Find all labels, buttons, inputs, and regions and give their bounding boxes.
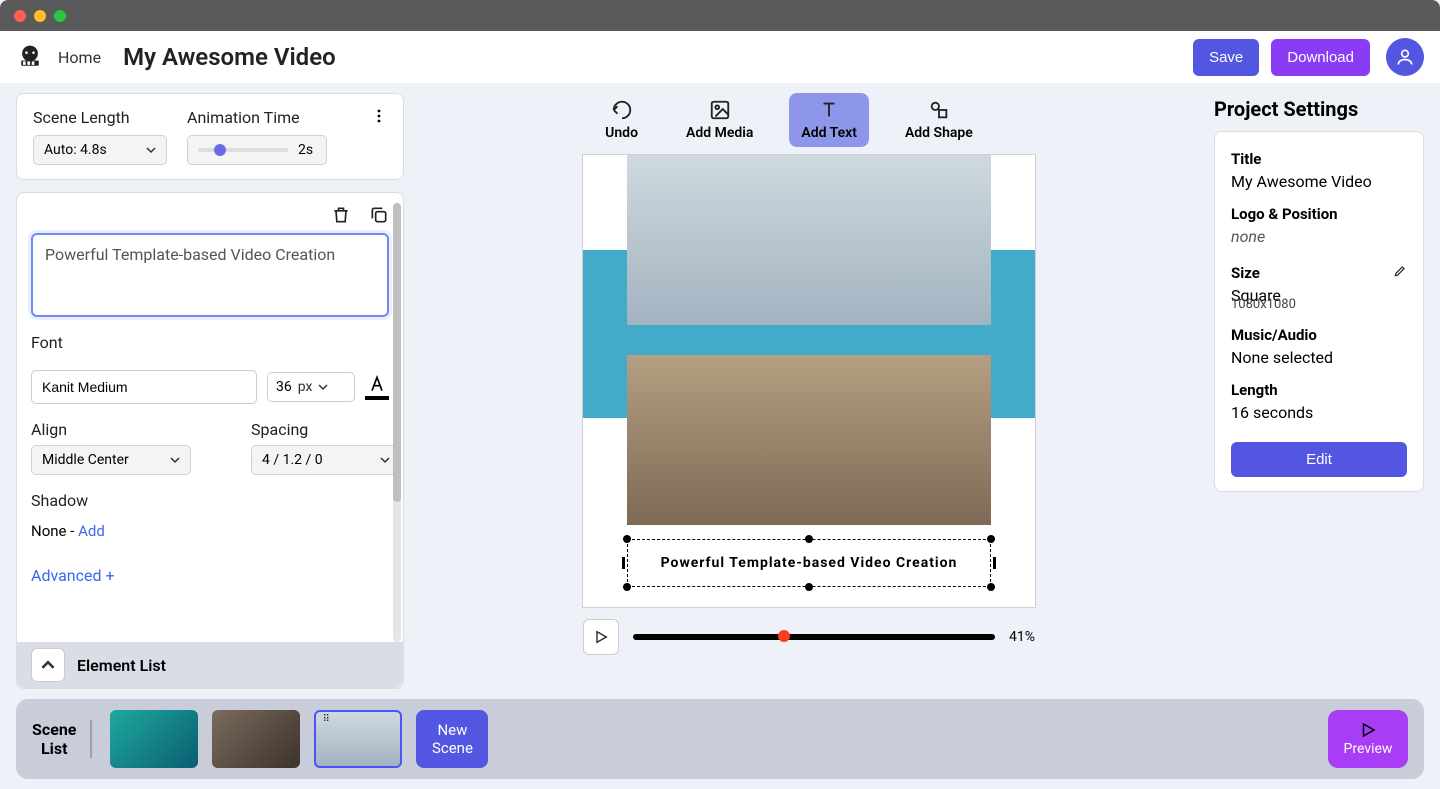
app-logo-icon xyxy=(16,43,44,71)
undo-button[interactable]: Undo xyxy=(593,93,650,147)
canvas-image-bottom[interactable] xyxy=(627,355,991,525)
advanced-toggle-link[interactable]: Advanced + xyxy=(31,566,389,585)
canvas[interactable]: Powerful Template-based Video Creation xyxy=(583,155,1035,607)
canvas-text: Powerful Template-based Video Creation xyxy=(627,539,991,587)
ps-title-label: Title xyxy=(1231,150,1407,168)
ps-logo-value: none xyxy=(1231,227,1407,246)
minimize-window-icon[interactable] xyxy=(34,10,46,22)
element-list-bar: Element List xyxy=(17,642,403,688)
font-size-value: 36 xyxy=(276,379,292,395)
ps-music-label: Music/Audio xyxy=(1231,326,1407,344)
add-media-label: Add Media xyxy=(686,125,753,141)
anim-time-slider[interactable] xyxy=(198,148,288,152)
text-color-button[interactable] xyxy=(365,374,389,400)
ps-music-value: None selected xyxy=(1231,348,1407,367)
delete-icon[interactable] xyxy=(331,205,351,225)
anim-time-label: Animation Time xyxy=(187,108,327,127)
element-list-label: Element List xyxy=(77,656,166,675)
shadow-add-link[interactable]: Add xyxy=(78,522,105,540)
canvas-area: Undo Add Media Add Text Add Shape xyxy=(404,93,1214,789)
font-name-input[interactable] xyxy=(31,370,257,404)
font-size-select[interactable]: 36 px xyxy=(267,372,355,402)
app-header: Home My Awesome Video Save Download xyxy=(0,31,1440,83)
add-shape-label: Add Shape xyxy=(905,125,973,141)
user-avatar-button[interactable] xyxy=(1386,38,1424,76)
canvas-image-top[interactable] xyxy=(627,155,991,325)
editor-scrollbar[interactable] xyxy=(393,203,401,642)
element-list-toggle-button[interactable] xyxy=(31,648,65,682)
add-shape-button[interactable]: Add Shape xyxy=(893,93,985,147)
scene-length-label: Scene Length xyxy=(33,108,167,127)
add-media-button[interactable]: Add Media xyxy=(674,93,765,147)
align-select[interactable]: Middle Center xyxy=(31,445,191,475)
progress-slider[interactable] xyxy=(633,634,995,640)
download-button[interactable]: Download xyxy=(1271,39,1370,76)
scene-length-value: Auto: 4.8s xyxy=(44,142,107,158)
preview-button[interactable]: Preview xyxy=(1328,710,1408,768)
left-sidebar: Scene Length Auto: 4.8s Animation Time 2… xyxy=(0,93,404,689)
scene-thumb-1[interactable] xyxy=(110,710,198,768)
align-label: Align xyxy=(31,420,191,439)
font-label: Font xyxy=(31,333,389,352)
add-text-label: Add Text xyxy=(801,125,857,141)
scene-thumb-3-active[interactable] xyxy=(314,710,402,768)
spacing-label: Spacing xyxy=(251,420,401,439)
project-title: My Awesome Video xyxy=(123,43,336,71)
spacing-value: 4 / 1.2 / 0 xyxy=(262,452,323,468)
window-titlebar xyxy=(0,0,1440,31)
maximize-window-icon[interactable] xyxy=(54,10,66,22)
anim-time-slider-box: 2s xyxy=(187,135,327,165)
home-link[interactable]: Home xyxy=(58,48,101,67)
progress-label: 41% xyxy=(1009,629,1035,645)
canvas-toolbar: Undo Add Media Add Text Add Shape xyxy=(593,93,985,147)
ps-length-value: 16 seconds xyxy=(1231,403,1407,422)
playback-row: 41% xyxy=(583,619,1035,655)
project-settings-panel: Project Settings Title My Awesome Video … xyxy=(1214,93,1440,789)
preview-label: Preview xyxy=(1344,741,1393,757)
scene-list-label: Scene List xyxy=(32,720,92,758)
shadow-value-line: None - Add xyxy=(31,522,389,540)
ps-size-label: Size xyxy=(1231,264,1260,282)
align-value: Middle Center xyxy=(42,452,129,468)
scene-more-icon[interactable] xyxy=(371,108,387,124)
scene-list-bar: Scene List New Scene Preview xyxy=(16,699,1424,779)
project-settings-heading: Project Settings xyxy=(1214,97,1424,121)
add-text-button[interactable]: Add Text xyxy=(789,93,869,147)
ps-size-edit-icon[interactable] xyxy=(1393,264,1407,278)
shadow-value: None - xyxy=(31,522,78,540)
new-scene-button[interactable]: New Scene xyxy=(416,710,488,768)
text-content-input[interactable] xyxy=(31,233,389,317)
ps-title-value: My Awesome Video xyxy=(1231,172,1407,191)
duplicate-icon[interactable] xyxy=(369,205,389,225)
scene-thumb-2[interactable] xyxy=(212,710,300,768)
ps-length-label: Length xyxy=(1231,381,1407,399)
spacing-select[interactable]: 4 / 1.2 / 0 xyxy=(251,445,401,475)
ps-logo-label: Logo & Position xyxy=(1231,205,1407,223)
play-button[interactable] xyxy=(583,619,619,655)
undo-label: Undo xyxy=(605,125,638,141)
ps-size-dim: 1080x1080 xyxy=(1231,297,1407,312)
canvas-text-selection[interactable]: Powerful Template-based Video Creation xyxy=(627,539,991,587)
text-editor-card: Font 36 px Align xyxy=(16,192,404,689)
shadow-label: Shadow xyxy=(31,491,389,510)
close-window-icon[interactable] xyxy=(14,10,26,22)
project-edit-button[interactable]: Edit xyxy=(1231,442,1407,477)
font-size-unit: px xyxy=(298,379,313,395)
scene-length-select[interactable]: Auto: 4.8s xyxy=(33,135,167,165)
scene-settings-card: Scene Length Auto: 4.8s Animation Time 2… xyxy=(16,93,404,180)
anim-time-value: 2s xyxy=(298,142,313,158)
save-button[interactable]: Save xyxy=(1193,39,1259,76)
